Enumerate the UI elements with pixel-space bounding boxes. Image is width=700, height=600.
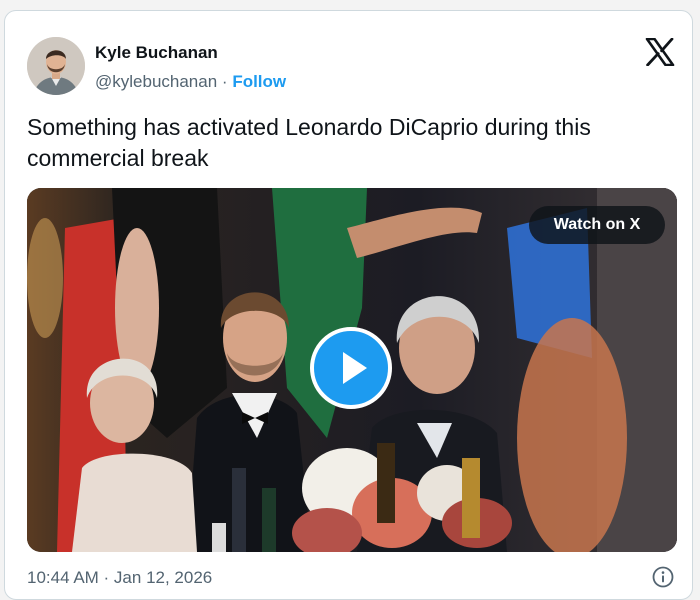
play-button[interactable] [310, 327, 392, 409]
video-media[interactable]: Watch on X [27, 188, 677, 552]
avatar[interactable] [27, 37, 85, 95]
x-logo-icon[interactable] [645, 37, 675, 67]
separator: · [221, 72, 228, 91]
tweet-embed-card: Kyle Buchanan @kylebuchanan · Follow Som… [4, 10, 693, 600]
author-name[interactable]: Kyle Buchanan [95, 43, 218, 63]
handle-line: @kylebuchanan · Follow [95, 72, 286, 92]
author-handle[interactable]: @kylebuchanan [95, 72, 217, 91]
play-icon [343, 352, 367, 384]
follow-button[interactable]: Follow [232, 72, 286, 91]
tweet-timestamp[interactable]: 10:44 AM · Jan 12, 2026 [27, 568, 212, 588]
watch-on-x-button[interactable]: Watch on X [529, 206, 665, 244]
tweet-text: Something has activated Leonardo DiCapri… [27, 114, 591, 171]
